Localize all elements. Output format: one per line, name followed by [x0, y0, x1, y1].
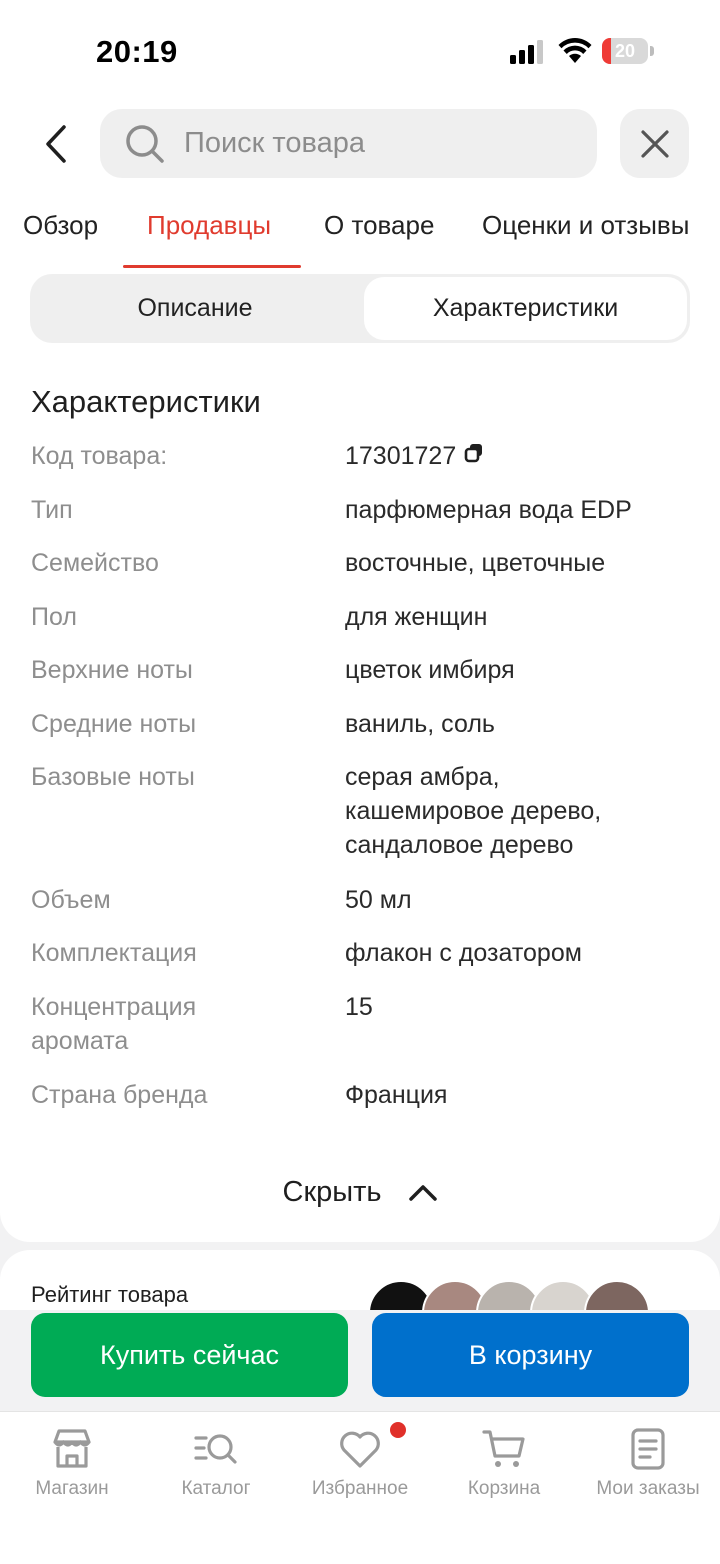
spec-label: Тип	[31, 496, 73, 524]
close-icon	[640, 129, 669, 158]
spec-label: Объем	[31, 886, 111, 914]
cellular-signal-icon	[510, 40, 543, 64]
spec-label: Пол	[31, 603, 77, 631]
spec-value: Франция	[345, 1081, 448, 1109]
nav-label: Корзина	[467, 1478, 541, 1499]
nav-orders[interactable]: Мои заказы	[576, 1412, 720, 1522]
spec-label: Комплектация	[31, 939, 197, 967]
segment-description[interactable]: Описание	[33, 277, 357, 340]
spec-label: Верхние ноты	[31, 656, 193, 684]
store-icon	[53, 1429, 91, 1468]
nav-label: Мои заказы	[596, 1478, 700, 1499]
rating-label: Рейтинг товара	[31, 1282, 189, 1307]
spec-label: Базовые ноты	[31, 763, 195, 791]
battery-level: 20	[614, 41, 636, 61]
nav-favorites[interactable]: Избранное	[288, 1412, 432, 1522]
tab-sellers[interactable]: Продавцы	[147, 208, 271, 268]
spec-label: Средние ноты	[31, 710, 197, 738]
add-to-cart-button[interactable]: В корзину	[372, 1313, 689, 1397]
spec-value: 17301727	[345, 439, 685, 473]
review-photo-thumbnail[interactable]	[584, 1280, 650, 1310]
search-icon	[126, 125, 164, 163]
buy-now-button[interactable]: Купить сейчас	[31, 1313, 348, 1397]
spec-value: серая амбра, кашемировое дерево, сандало…	[345, 763, 602, 859]
spec-label: Код товара:	[31, 442, 168, 470]
tab-about-product[interactable]: О товаре	[324, 208, 434, 268]
spec-value: флакон с дозатором	[345, 939, 582, 967]
rating-card: Рейтинг товара	[0, 1250, 720, 1310]
nav-label: Каталог	[181, 1478, 251, 1499]
cart-icon	[482, 1430, 525, 1467]
chevron-left-icon	[46, 125, 66, 163]
search-bar[interactable]	[100, 109, 597, 178]
review-photos[interactable]	[368, 1280, 688, 1310]
status-bar: 20:19 20	[0, 0, 720, 100]
collapse-button[interactable]: Скрыть	[260, 1170, 460, 1214]
chevron-up-icon	[408, 1185, 437, 1201]
bottom-navigation: Магазин Каталог Избранное Корзина Мои за…	[0, 1411, 720, 1564]
nav-label: Избранное	[311, 1478, 409, 1499]
spec-value: цветок имбиря	[345, 656, 515, 684]
spec-value: 50 мл	[345, 886, 412, 914]
catalog-search-icon	[194, 1434, 237, 1464]
product-tabs: Обзор Продавцы О товаре Оценки и отзывы	[0, 208, 720, 268]
heart-icon	[340, 1431, 380, 1468]
favorites-notification-dot	[390, 1422, 406, 1438]
close-button[interactable]	[620, 109, 689, 178]
segment-characteristics[interactable]: Характеристики	[364, 277, 687, 340]
copy-icon[interactable]	[464, 443, 484, 463]
section-title: Характеристики	[31, 384, 261, 419]
spec-label: Семейство	[31, 549, 159, 577]
status-time: 20:19	[96, 34, 178, 69]
spec-value: парфюмерная вода EDP	[345, 496, 632, 524]
spec-label: Концентрация аромата	[31, 993, 197, 1055]
nav-label: Магазин	[35, 1478, 109, 1499]
header: Обзор Продавцы О товаре Оценки и отзывы	[0, 100, 720, 268]
spec-value: ваниль, соль	[345, 710, 495, 738]
orders-icon	[631, 1428, 665, 1470]
tab-reviews[interactable]: Оценки и отзывы	[482, 208, 689, 268]
battery-icon: 20	[602, 38, 654, 66]
back-button[interactable]	[30, 116, 80, 172]
tab-overview[interactable]: Обзор	[23, 208, 98, 268]
nav-catalog[interactable]: Каталог	[144, 1412, 288, 1522]
nav-store[interactable]: Магазин	[0, 1412, 144, 1522]
product-code: 17301727	[345, 442, 457, 470]
spec-value: для женщин	[345, 603, 488, 631]
segmented-control: Описание Характеристики	[30, 274, 690, 343]
nav-cart[interactable]: Корзина	[432, 1412, 576, 1522]
spec-value: восточные, цветочные	[345, 549, 606, 577]
wifi-icon	[558, 38, 592, 63]
search-input[interactable]	[184, 109, 574, 178]
collapse-label: Скрыть	[282, 1175, 382, 1208]
characteristics-card: Описание Характеристики Характеристики К…	[0, 268, 720, 1242]
spec-label: Страна бренда	[31, 1081, 208, 1109]
spec-value: 15	[345, 993, 373, 1021]
